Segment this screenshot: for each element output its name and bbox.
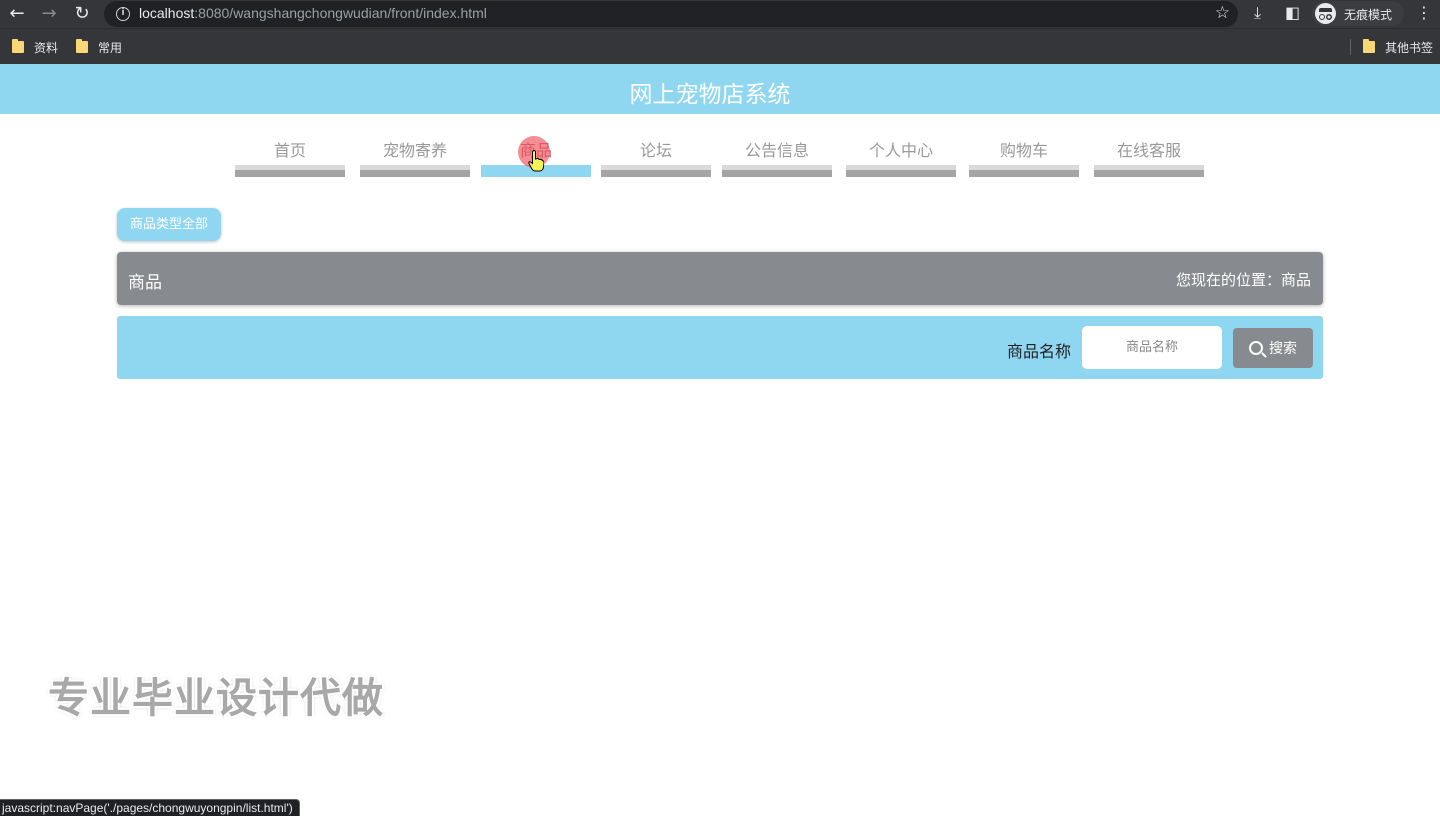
nav-item-online-service[interactable]: 在线客服 xyxy=(1094,130,1204,177)
status-link-preview: javascript:navPage('./pages/chongwuyongp… xyxy=(0,799,300,816)
url-text[interactable]: localhost:8080/wangshangchongwudian/fron… xyxy=(139,5,487,21)
pointer-hand-icon xyxy=(528,150,544,172)
bookmark-folder[interactable]: 资料 xyxy=(12,38,58,56)
nav-item-underline xyxy=(1094,165,1204,177)
search-label: 商品名称 xyxy=(1007,342,1072,361)
nav-item-home[interactable]: 首页 xyxy=(235,130,345,177)
site-info-icon[interactable]: i xyxy=(116,7,130,21)
folder-icon xyxy=(12,39,24,53)
nav-item-cart[interactable]: 购物车 xyxy=(969,130,1079,177)
bookmark-folder[interactable]: 常用 xyxy=(76,38,122,56)
reload-icon[interactable]: ↻ xyxy=(70,2,94,26)
side-panel-icon[interactable]: ◧ xyxy=(1285,3,1300,22)
bookmark-star-icon[interactable]: ☆ xyxy=(1215,3,1230,23)
other-bookmarks-folder[interactable]: 其他书签 xyxy=(1363,38,1433,56)
breadcrumb: 商品 您现在的位置：商品 xyxy=(117,252,1323,305)
nav-item-underline xyxy=(722,165,832,177)
site-title: 网上宠物店系统 xyxy=(629,82,791,108)
nav-item-label: 论坛 xyxy=(639,141,672,160)
bookmarks-bar: 资料 常用 其他书签 xyxy=(0,28,1440,64)
nav-item-forum[interactable]: 论坛 xyxy=(601,130,711,177)
site-header: 网上宠物店系统 xyxy=(0,64,1440,114)
search-button[interactable]: 搜索 xyxy=(1233,328,1313,368)
search-icon xyxy=(1249,341,1263,355)
browser-toolbar: ← → ↻ i localhost:8080/wangshangchongwud… xyxy=(0,0,1440,28)
watermark-text: 专业毕业设计代做 xyxy=(48,674,384,722)
nav-item-announcements[interactable]: 公告信息 xyxy=(722,130,832,177)
nav-item-label: 公告信息 xyxy=(744,141,809,160)
nav-item-pet-boarding[interactable]: 宠物寄养 xyxy=(360,130,470,177)
bookmarks-divider xyxy=(1350,39,1351,55)
current-location: 您现在的位置：商品 xyxy=(1175,271,1311,289)
category-all-button[interactable]: 商品类型全部 xyxy=(117,208,221,241)
nav-item-personal-center[interactable]: 个人中心 xyxy=(846,130,956,177)
nav-item-label: 个人中心 xyxy=(868,141,933,160)
back-icon[interactable]: ← xyxy=(5,2,29,26)
nav-item-underline xyxy=(601,165,711,177)
nav-item-underline xyxy=(360,165,470,177)
page-title: 商品 xyxy=(128,273,162,293)
incognito-label: 无痕模式 xyxy=(1344,8,1393,22)
search-button-label: 搜索 xyxy=(1269,341,1297,357)
incognito-badge[interactable]: 无痕模式 xyxy=(1312,1,1404,26)
nav-item-label: 购物车 xyxy=(999,141,1048,160)
address-bar[interactable]: i localhost:8080/wangshangchongwudian/fr… xyxy=(104,1,1238,27)
folder-icon xyxy=(1363,39,1375,53)
nav-item-label: 宠物寄养 xyxy=(382,141,447,160)
menu-kebab-icon[interactable]: ⋮ xyxy=(1416,3,1432,22)
folder-icon xyxy=(76,39,88,53)
incognito-icon xyxy=(1315,3,1336,24)
product-name-input[interactable] xyxy=(1082,326,1222,369)
nav-item-underline xyxy=(969,165,1079,177)
nav-item-label: 在线客服 xyxy=(1116,141,1181,160)
search-panel: 商品名称 搜索 xyxy=(117,316,1323,379)
nav-item-underline xyxy=(846,165,956,177)
nav-item-underline xyxy=(235,165,345,177)
forward-icon[interactable]: → xyxy=(37,2,61,26)
download-icon[interactable]: ⤓ xyxy=(1254,3,1261,23)
nav-item-label: 首页 xyxy=(273,141,306,160)
